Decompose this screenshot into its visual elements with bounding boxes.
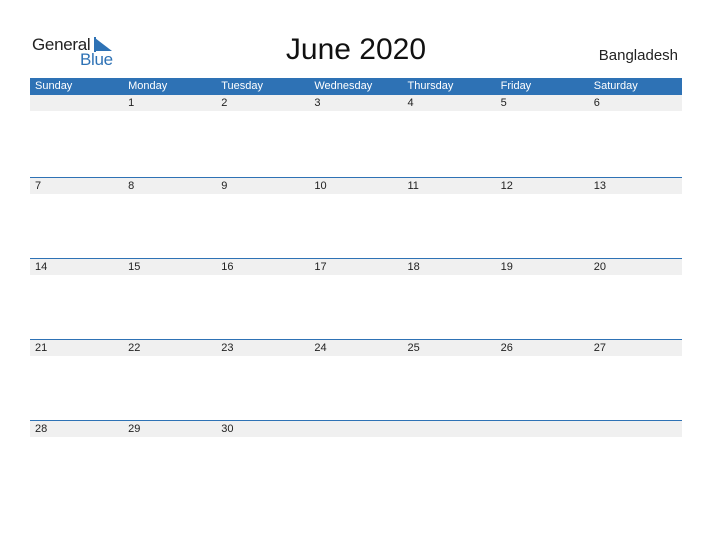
day-cell: 19 (500, 261, 513, 273)
day-cell: 22 (128, 342, 141, 354)
weekday-tuesday: Tuesday (221, 80, 264, 92)
day-cell: 15 (128, 261, 141, 273)
day-cell (496, 421, 589, 437)
date-strip: 21 22 23 24 25 26 27 (30, 339, 682, 356)
day-cell: 5 (500, 97, 507, 109)
day-cell (30, 95, 123, 111)
day-cell: 7 (35, 180, 42, 192)
date-strip: 7 8 9 10 11 12 13 (30, 177, 682, 194)
day-cell: 23 (221, 342, 234, 354)
day-cell: 3 (314, 97, 321, 109)
day-cell (403, 421, 496, 437)
day-cell: 18 (407, 261, 420, 273)
day-cell: 24 (314, 342, 327, 354)
day-cell (309, 421, 402, 437)
week-row: 21 22 23 24 25 26 27 (30, 339, 682, 420)
day-cell: 11 (407, 180, 419, 192)
day-cell: 13 (593, 180, 606, 192)
day-cell: 2 (221, 97, 228, 109)
day-cell: 10 (314, 180, 327, 192)
day-cell: 4 (407, 97, 414, 109)
weekday-thursday: Thursday (407, 80, 454, 92)
day-cell: 1 (128, 97, 135, 109)
week-row: 14 15 16 17 18 19 20 (30, 258, 682, 339)
day-cell: 25 (407, 342, 420, 354)
weekday-header: Sunday Monday Tuesday Wednesday Thursday… (30, 78, 682, 95)
day-cell (589, 421, 682, 437)
weekday-sunday: Sunday (35, 80, 73, 92)
weekday-friday: Friday (500, 80, 532, 92)
day-cell: 8 (128, 180, 135, 192)
weekday-saturday: Saturday (593, 80, 638, 92)
day-cell: 28 (35, 423, 48, 435)
day-cell: 20 (593, 261, 606, 273)
day-cell: 9 (221, 180, 228, 192)
day-cell: 26 (500, 342, 513, 354)
country-label: Bangladesh (598, 47, 678, 64)
weekday-wednesday: Wednesday (314, 80, 373, 92)
week-row: 7 8 9 10 11 12 13 (30, 177, 682, 258)
week-row: 28 29 30 (30, 420, 682, 501)
day-cell: 12 (500, 180, 513, 192)
day-cell: 16 (221, 261, 234, 273)
day-cell: 30 (221, 423, 234, 435)
date-strip: 28 29 30 (30, 420, 682, 437)
date-strip: 14 15 16 17 18 19 20 (30, 258, 682, 275)
day-cell: 6 (593, 97, 600, 109)
calendar-grid: Sunday Monday Tuesday Wednesday Thursday… (30, 78, 682, 501)
week-row: 1 2 3 4 5 6 (30, 95, 682, 177)
day-cell: 29 (128, 423, 141, 435)
day-cell: 14 (35, 261, 48, 273)
day-cell: 21 (35, 342, 48, 354)
date-strip: 1 2 3 4 5 6 (30, 95, 682, 111)
day-cell: 17 (314, 261, 327, 273)
day-cell: 27 (593, 342, 606, 354)
weekday-monday: Monday (128, 80, 168, 92)
